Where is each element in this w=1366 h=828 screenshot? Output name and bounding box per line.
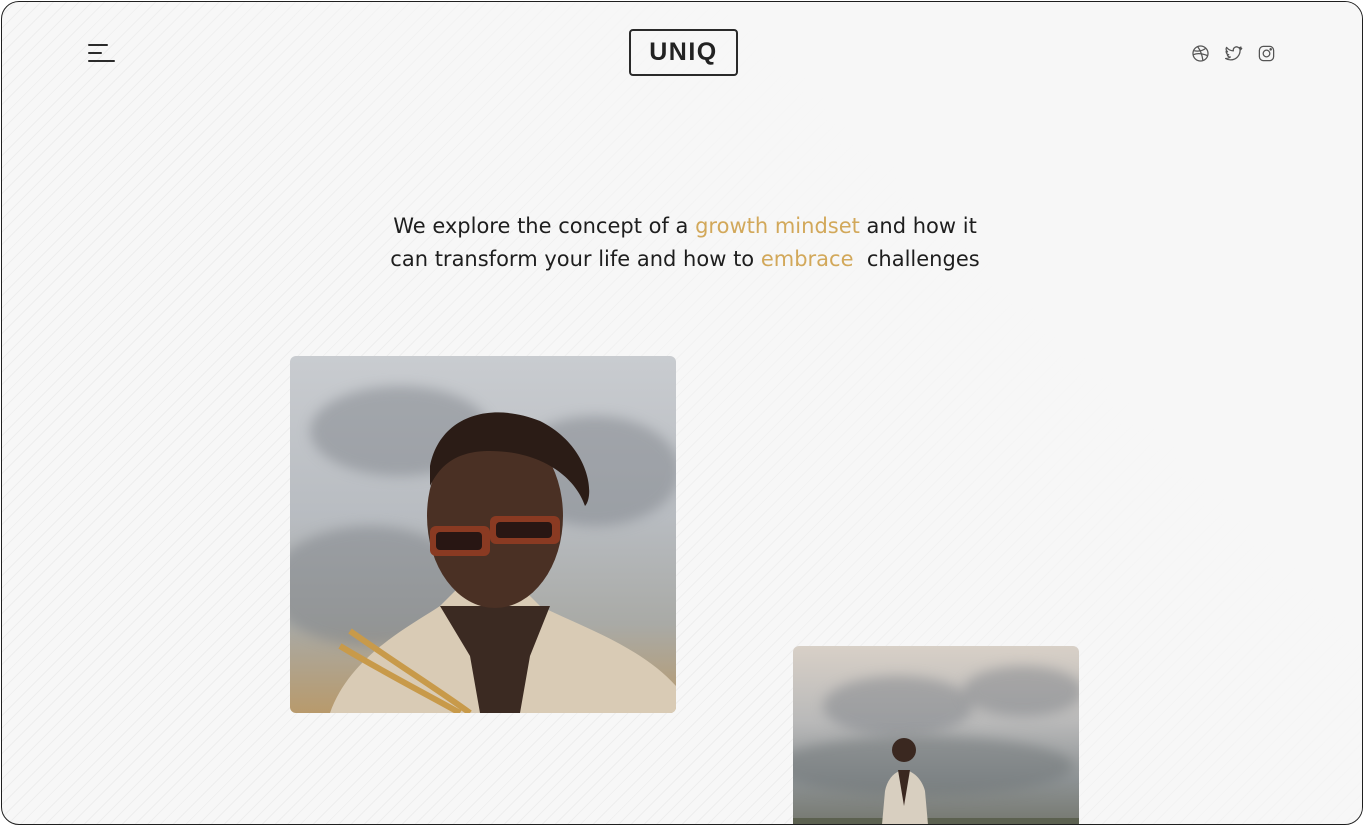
social-links (1191, 44, 1276, 63)
headline-highlight-embrace: embrace (760, 247, 854, 271)
headline-text: We explore the concept of a (393, 214, 696, 238)
background-pattern-fade (2, 2, 1362, 824)
instagram-icon[interactable] (1257, 44, 1276, 63)
hero-headline: We explore the concept of a growth minds… (385, 210, 985, 276)
page-frame: UNIQ We explore the concept of a growth … (1, 1, 1363, 825)
dribbble-icon[interactable] (1191, 44, 1210, 63)
hamburger-menu-icon[interactable] (86, 40, 118, 68)
man-in-field-photo (793, 646, 1079, 824)
headline-text: challenges (853, 247, 980, 271)
logo[interactable]: UNIQ (629, 29, 738, 76)
headline-highlight-growth-mindset: growth mindset (695, 214, 860, 238)
portrait-sunglasses-photo (290, 356, 676, 713)
twitter-icon[interactable] (1224, 44, 1243, 63)
